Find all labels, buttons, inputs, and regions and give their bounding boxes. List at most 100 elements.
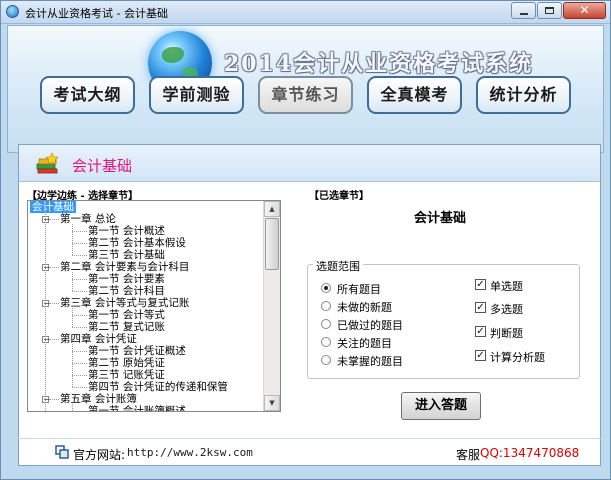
minimize-icon (520, 13, 528, 15)
tree-section-node[interactable]: 第二节 会计基本假设 (88, 237, 186, 249)
tree-section-node[interactable]: 第一节 会计概述 (88, 225, 165, 237)
maximize-icon (545, 7, 554, 14)
tree-section-node[interactable]: 第三节 记账凭证 (88, 369, 165, 381)
tree-section-node[interactable]: 第四节 会计凭证的传递和保管 (88, 381, 228, 393)
tree-connector (72, 231, 87, 232)
radio-dot[interactable] (321, 283, 331, 293)
scroll-up-icon[interactable]: ▲ (264, 201, 280, 217)
tree-root-node[interactable]: 会计基础 (30, 201, 76, 213)
app-icon (6, 5, 19, 18)
check-label: 单选题 (490, 280, 523, 293)
nav-exam-syllabus-button[interactable]: 考试大纲 (40, 76, 135, 114)
check-label: 计算分析题 (490, 351, 545, 364)
website-icon (55, 445, 69, 459)
scroll-thumb[interactable] (265, 218, 279, 270)
window-controls: ✕ (510, 2, 606, 19)
nav-pre-test-button[interactable]: 学前测验 (149, 76, 244, 114)
tree-scrollbar[interactable]: ▲ ▼ (263, 201, 280, 411)
tree-chapter-node[interactable]: 第三章 会计等式与复式记账 (60, 297, 189, 309)
range-legend: 选题范围 (313, 258, 363, 274)
chapter-tree[interactable]: 会计基础 第一章 总论 − 第一节 会计概述 第二节 会计基本假设 第三节 会计基础 第二章… (27, 200, 281, 412)
books-icon (36, 152, 59, 174)
tree-section-node[interactable]: 第二节 会计科目 (88, 285, 165, 297)
checkbox[interactable]: ✓ (475, 279, 486, 290)
tree-connector (72, 363, 87, 364)
checkbox[interactable]: ✓ (475, 302, 486, 313)
tree-connector (49, 267, 59, 268)
checkbox[interactable]: ✓ (475, 326, 486, 337)
tree-connector (72, 351, 87, 352)
tree-content: 会计基础 第一章 总论 − 第一节 会计概述 第二节 会计基本假设 第三节 会计基础 第二章… (28, 201, 264, 411)
minimize-button[interactable] (511, 2, 536, 19)
tree-connector (49, 399, 59, 400)
radio-followed-questions[interactable]: 关注的题目 (321, 335, 491, 350)
tree-connector (72, 315, 87, 316)
selected-subject: 会计基础 (414, 211, 467, 226)
nav-mock-exam-button[interactable]: 全真模考 (367, 76, 462, 114)
tree-connector (72, 279, 87, 280)
service-qq-link[interactable]: QQ:1347470868 (480, 446, 579, 460)
tree-section-node[interactable]: 第三节 会计基础 (88, 249, 165, 261)
window-title: 会计从业资格考试 - 会计基础 (25, 7, 168, 20)
panel-title: 会计基础 (72, 157, 133, 175)
tree-connector (72, 344, 73, 387)
website-link[interactable]: http://www.2ksw.com (127, 446, 253, 459)
radio-unmastered-questions[interactable]: 未掌握的题目 (321, 353, 491, 368)
radio-dot[interactable] (321, 355, 331, 365)
footer-divider (18, 438, 601, 439)
radio-dot[interactable] (321, 319, 331, 329)
selected-chapter-label: 【已选章节】 (309, 191, 369, 202)
check-multiple-choice[interactable]: ✓ 多选题 (475, 301, 575, 316)
tree-connector (49, 303, 59, 304)
radio-label: 关注的题目 (337, 337, 392, 350)
tree-connector (72, 224, 73, 255)
nav-statistics-button[interactable]: 统计分析 (476, 76, 571, 114)
tree-connector (72, 255, 87, 256)
radio-dot[interactable] (321, 337, 331, 347)
close-icon: ✕ (579, 3, 590, 17)
tree-chapter-node[interactable]: 第二章 会计要素与会计科目 (60, 261, 189, 273)
enter-answer-button[interactable]: 进入答题 (401, 392, 481, 420)
app-window: 会计从业资格考试 - 会计基础 ✕ 2014会计从业资格考试系统 考试大纲 学前… (0, 0, 611, 480)
tree-section-node[interactable]: 第二节 复式记账 (88, 321, 165, 333)
title-bar[interactable]: 会计从业资格考试 - 会计基础 ✕ (1, 1, 610, 24)
tree-connector (72, 308, 73, 327)
website-label: 官方网站: (73, 448, 126, 462)
system-title: 2014会计从业资格考试系统 (224, 51, 534, 77)
radio-label: 所有题目 (337, 283, 381, 296)
radio-label: 未做的新题 (337, 301, 392, 314)
tree-section-node[interactable]: 第一节 会计要素 (88, 273, 165, 285)
tree-connector (49, 219, 59, 220)
radio-all-questions[interactable]: 所有题目 (321, 281, 491, 296)
service-label: 客服 (456, 448, 481, 462)
tree-section-node[interactable]: 第一节 会计等式 (88, 309, 165, 321)
radio-label: 已做过的题目 (337, 319, 403, 332)
checkbox[interactable]: ✓ (475, 350, 486, 361)
tree-section-node[interactable]: 第一节 会计凭证概述 (88, 345, 186, 357)
close-button[interactable]: ✕ (563, 2, 606, 19)
tree-connector (72, 272, 73, 291)
tree-connector (49, 339, 59, 340)
radio-new-questions[interactable]: 未做的新题 (321, 299, 491, 314)
tree-connector (72, 375, 87, 376)
radio-done-questions[interactable]: 已做过的题目 (321, 317, 491, 332)
tree-section-node[interactable]: 第一节 会计账簿概述 (88, 405, 186, 411)
scroll-down-icon[interactable]: ▼ (264, 395, 280, 411)
check-calculation[interactable]: ✓ 计算分析题 (475, 349, 575, 364)
tree-connector (72, 291, 87, 292)
check-true-false[interactable]: ✓ 判断题 (475, 325, 575, 340)
check-label: 多选题 (490, 303, 523, 316)
radio-label: 未掌握的题目 (337, 355, 403, 368)
tree-connector (72, 387, 87, 388)
tree-connector (72, 327, 87, 328)
check-single-choice[interactable]: ✓ 单选题 (475, 278, 575, 293)
tree-section-node[interactable]: 第二节 原始凭证 (88, 357, 165, 369)
tree-connector (72, 404, 73, 411)
tree-chapter-node[interactable]: 第一章 总论 (60, 213, 116, 225)
radio-dot[interactable] (321, 301, 331, 311)
maximize-button[interactable] (537, 2, 562, 19)
tree-connector (45, 211, 46, 411)
tree-connector (72, 243, 87, 244)
nav-chapter-practice-button[interactable]: 章节练习 (258, 76, 353, 114)
check-label: 判断题 (490, 327, 523, 340)
